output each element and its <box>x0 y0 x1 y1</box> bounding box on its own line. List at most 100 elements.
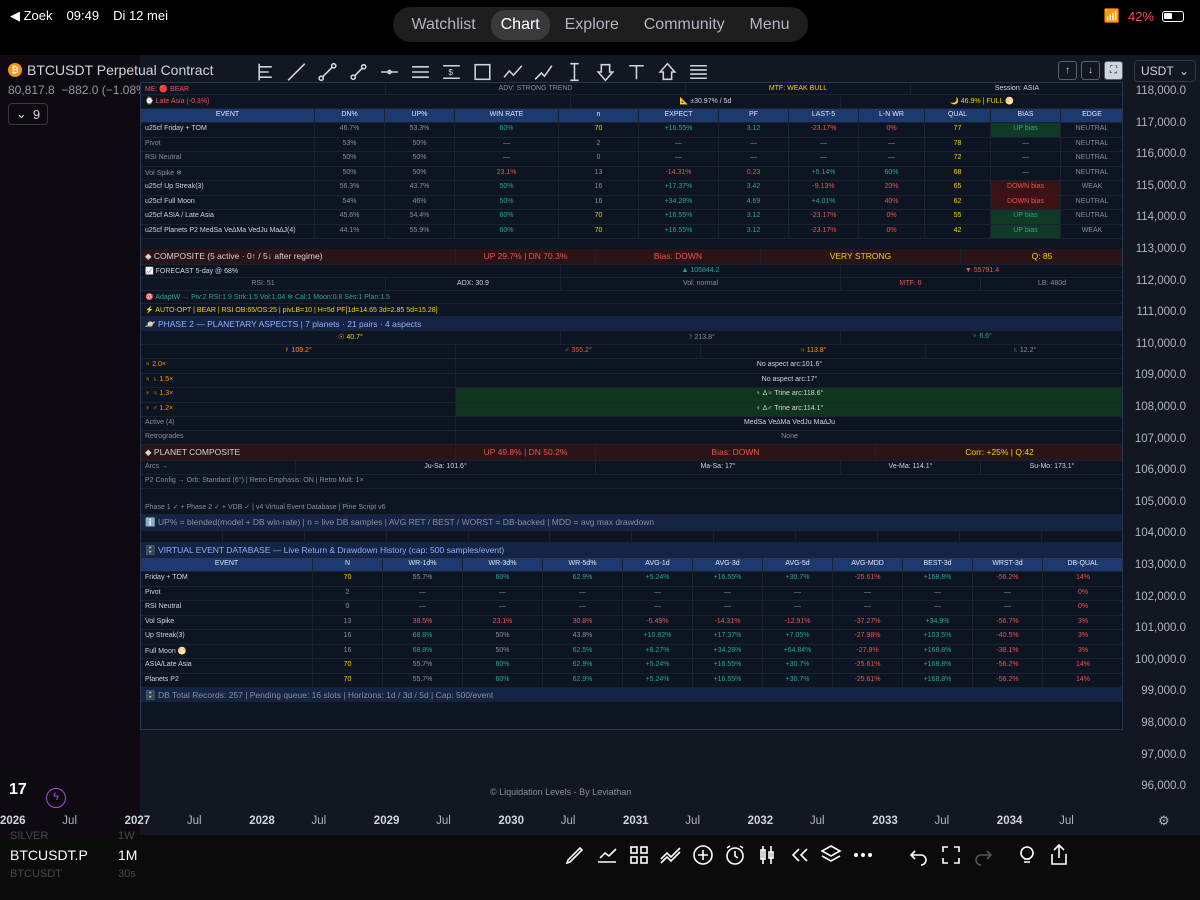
symbol-name[interactable]: BTCUSDT Perpetual Contract <box>27 62 213 78</box>
lightbulb-icon[interactable] <box>1014 842 1040 868</box>
vdb-table-header: AVG-5d <box>763 558 833 571</box>
vdb-value-cell: 68.8% <box>383 630 463 644</box>
event-table-header: UP% <box>385 109 455 122</box>
event-value-cell: 70 <box>559 210 639 224</box>
vdb-value-cell: — <box>383 601 463 615</box>
event-value-cell: — <box>859 152 925 166</box>
price-tick-label: 117,000.0 <box>1135 116 1186 129</box>
planet-comp-label: ◆ PLANET COMPOSITE <box>141 445 456 460</box>
retro-label: Retrogrades <box>141 431 456 444</box>
event-value-cell: 0 <box>559 152 639 166</box>
alarm-clock-icon[interactable] <box>722 842 748 868</box>
event-value-cell: 62 <box>925 195 991 209</box>
lightning-icon[interactable]: ϟ <box>46 788 66 808</box>
vdb-value-cell: 16 <box>313 644 383 658</box>
time-tick-label: Jul <box>311 815 327 827</box>
indicators-icon[interactable] <box>594 842 620 868</box>
separator-cell <box>141 531 223 542</box>
event-value-cell: NEUTRAL <box>1061 123 1122 137</box>
event-value-cell: 42 <box>925 224 991 238</box>
vdb-value-cell: 3% <box>1043 645 1122 659</box>
vdb-header: 🗄️ VIRTUAL EVENT DATABASE — Live Return … <box>141 543 1122 558</box>
time-tick-label: Jul <box>934 815 950 827</box>
vdb-value-cell: 23.1% <box>463 615 543 629</box>
vdb-value-cell: +8.27% <box>623 644 693 658</box>
session-time-cell: ⌚ Late Asia (-0.3%) <box>141 95 571 108</box>
composite-row: ◆ COMPOSITE (5 active · 0↑ / 5↓ after re… <box>141 249 1122 265</box>
auto-opt: ⚡ AUTO-OPT | BEAR | RSI OB:65/OS:25 | pi… <box>141 304 1122 317</box>
candles-icon[interactable] <box>754 842 780 868</box>
tab-chart[interactable]: Chart <box>490 9 550 40</box>
vdb-value-cell: 43.8% <box>543 630 623 644</box>
redo-icon[interactable] <box>970 842 996 868</box>
symbol-header[interactable]: ₿ BTCUSDT Perpetual Contract <box>8 62 213 78</box>
vdb-value-cell: +168.8% <box>903 673 973 687</box>
event-value-cell: 3.42 <box>719 181 789 195</box>
adx-stat: ADX: 30.9 <box>386 278 561 290</box>
event-name-cell: u25cf Up Streak(3) <box>141 181 315 195</box>
event-value-cell: +16.55% <box>639 224 719 238</box>
fullscreen-icon[interactable]: ⛶ <box>1104 61 1123 80</box>
compare-icon[interactable] <box>658 842 684 868</box>
event-value-cell: NEUTRAL <box>1061 138 1122 152</box>
event-table-header: BIAS <box>991 109 1061 122</box>
table-row: Phase 1 ✓ + Phase 2 ✓ + VDB ✓ | v4 Virtu… <box>141 501 1122 515</box>
table-row: u25cf Up Streak(3) 56.3% 43.7% 50% 16 +17.37%… <box>141 181 1122 196</box>
settings-gear-icon[interactable]: ⚙ <box>1158 813 1170 829</box>
tab-menu[interactable]: Menu <box>740 10 800 40</box>
arrow-down-icon[interactable]: ↓ <box>1081 61 1100 80</box>
event-value-cell: 43.7% <box>385 181 455 195</box>
vdb-value-cell: +34.9% <box>903 615 973 629</box>
indicators-toggle-button[interactable]: ⌄ 9 <box>8 103 48 125</box>
back-to-search-link[interactable]: ◀ Zoek <box>10 8 53 24</box>
vdb-value-cell: -56.2% <box>973 673 1043 687</box>
event-value-cell: 0% <box>859 123 925 137</box>
vdb-value-cell: +17.37% <box>693 630 763 644</box>
event-value-cell: — <box>455 137 559 151</box>
price-change: −882.0 (−1.08%) <box>61 83 151 97</box>
time-axis[interactable]: 2026 Jul 2027 Jul 2028 Jul 2029 Jul 2030 Jul 2031 J… <box>0 810 1200 832</box>
layers-icon[interactable] <box>818 842 844 868</box>
replay-icon[interactable] <box>786 842 812 868</box>
grid-layout-icon[interactable] <box>626 842 652 868</box>
vdb-value-cell: — <box>693 586 763 600</box>
event-value-cell: 60% <box>455 224 559 238</box>
more-icon[interactable] <box>850 842 876 868</box>
vdb-table-header: DB-QUAL <box>1043 558 1122 571</box>
bottom-symbol-button[interactable]: BTCUSDT.P <box>10 847 88 863</box>
arrow-up-icon[interactable]: ↑ <box>1058 61 1077 80</box>
time-tick-label: 2028 <box>249 815 275 827</box>
aspect-weight: ♃ ♄ 1.5× <box>141 373 456 387</box>
share-icon[interactable] <box>1046 842 1072 868</box>
price-tick-label: 115,000.0 <box>1135 179 1186 192</box>
separator-cell <box>550 531 633 542</box>
undo-icon[interactable] <box>906 842 932 868</box>
separator-cell <box>1042 531 1122 542</box>
event-value-cell: 60% <box>859 166 925 180</box>
add-circle-icon[interactable] <box>690 842 716 868</box>
db-legend: ℹ️ UP% = blended(model + DB win-rate) | … <box>141 515 1122 530</box>
fullscreen-icon[interactable] <box>938 842 964 868</box>
price-tick-label: 98,000.0 <box>1141 717 1186 729</box>
vdb-table-header: BEST-3d <box>903 558 973 571</box>
vdb-header-row: EVENT N WR-1d% WR-3d% WR-5d% AVG-1d AVG-3d AVG-… <box>141 558 1122 572</box>
indicator-watermark: © Liquidation Levels - By Leviathan <box>490 787 632 797</box>
tab-community[interactable]: Community <box>634 10 735 40</box>
tab-explore[interactable]: Explore <box>555 10 629 40</box>
timeframe-button[interactable]: 1M <box>118 847 137 863</box>
table-row: Active (4) MedSa Ve∆Ma VedJu Ma∆Ju <box>141 417 1122 431</box>
tab-watchlist[interactable]: Watchlist <box>401 10 485 40</box>
price-axis[interactable]: 118,000.0 117,000.0 116,000.0 115,000.0 114,… <box>1125 55 1200 805</box>
event-value-cell: 54.4% <box>385 210 455 224</box>
vdb-value-cell: +103.5% <box>903 630 973 644</box>
vdb-value-cell: — <box>383 586 463 600</box>
vdb-value-cell: 62.9% <box>543 659 623 673</box>
pencil-icon[interactable] <box>562 842 588 868</box>
separator-cell <box>223 531 305 542</box>
vdb-value-cell: 13 <box>313 615 383 629</box>
event-value-cell: — <box>639 152 719 166</box>
event-value-cell: 50% <box>315 152 385 166</box>
vdb-value-cell: +5.24% <box>623 572 693 586</box>
db-footer: 🗄️ DB Total Records: 257 | Pending queue… <box>141 688 1122 701</box>
